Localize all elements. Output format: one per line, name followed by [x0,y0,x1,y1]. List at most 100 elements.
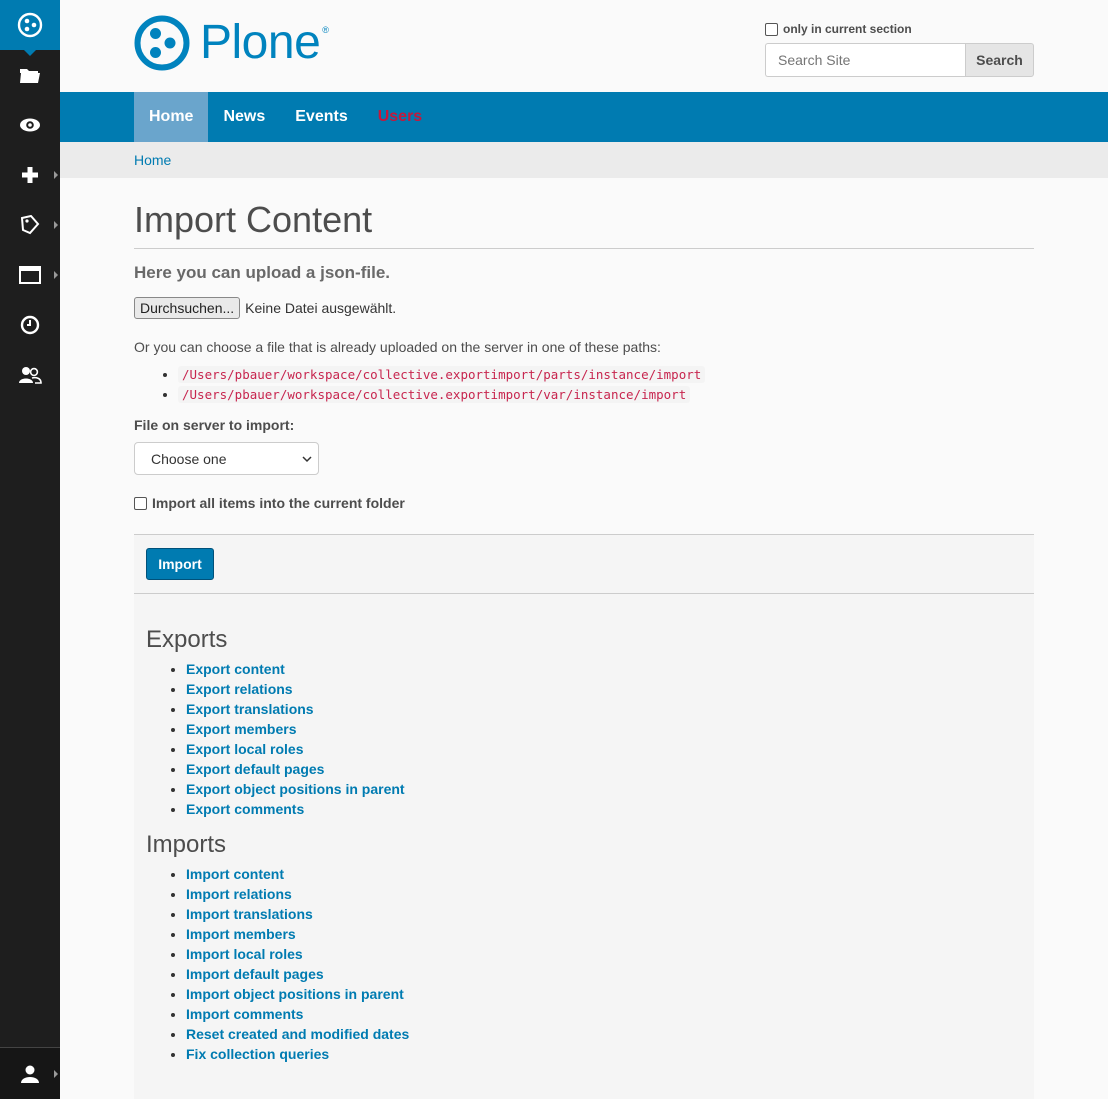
exports-heading: Exports [146,626,228,653]
import-translations-link[interactable]: Import translations [186,906,313,922]
list-item: Import comments [186,1004,1022,1024]
toolbar-history[interactable] [0,300,60,350]
reset-dates-link[interactable]: Reset created and modified dates [186,1026,409,1042]
site-header: Plone ® only in current section Search [60,0,1108,92]
plone-logo-icon [134,15,190,71]
tag-icon [20,215,40,235]
logo-text: Plone [200,16,321,69]
server-path: /Users/pbauer/workspace/collective.expor… [178,366,706,383]
list-item: Export local roles [186,739,1022,759]
only-current-section-option[interactable]: only in current section [765,22,1034,36]
export-content-link[interactable]: Export content [186,661,285,677]
import-local-roles-link[interactable]: Import local roles [186,946,303,962]
nav-item-home[interactable]: Home [134,92,209,142]
toolbar-view[interactable] [0,100,60,150]
list-item: Import default pages [186,964,1022,984]
plone-toolbar [0,0,60,1099]
import-button[interactable]: Import [146,548,214,580]
search-row: Search [765,43,1034,77]
server-path-list: /Users/pbauer/workspace/collective.expor… [178,365,1034,405]
eye-icon [20,118,40,132]
only-current-section-checkbox[interactable] [765,22,778,36]
list-item: Import relations [186,884,1022,904]
clock-icon [20,315,40,335]
nav-item-news[interactable]: News [208,92,280,142]
file-status-text: Keine Datei ausgewählt. [245,300,397,316]
export-local-roles-link[interactable]: Export local roles [186,741,303,757]
global-navigation: Home News Events Users [60,92,1108,142]
toolbar-sharing[interactable] [0,350,60,400]
export-comments-link[interactable]: Export comments [186,801,304,817]
toolbar-contents[interactable] [0,50,60,100]
form-actions: Import [134,534,1034,594]
nav-item-users[interactable]: Users [363,92,437,142]
browse-file-button[interactable]: Durchsuchen... [134,297,241,319]
submenu-caret-icon [54,271,58,279]
imports-heading: Imports [146,831,227,858]
list-item: /Users/pbauer/workspace/collective.expor… [178,385,1034,405]
list-item: Fix collection queries [186,1044,1022,1064]
export-default-pages-link[interactable]: Export default pages [186,761,324,777]
registered-mark: ® [322,25,329,35]
list-item: Reset created and modified dates [186,1024,1022,1044]
list-item: Import content [186,864,1022,884]
toolbar-user[interactable] [0,1047,60,1099]
upload-lead-text: Here you can upload a json-file. [134,263,390,282]
toolbar-add[interactable] [0,150,60,200]
window-icon [19,266,41,284]
submenu-caret-icon [54,221,58,229]
toolbar-state[interactable] [0,200,60,250]
toolbar-display[interactable] [0,250,60,300]
import-relations-link[interactable]: Import relations [186,886,292,902]
list-item: Export comments [186,799,1022,819]
export-import-links: Exports Export content Export relations … [134,594,1034,1099]
list-item: Export object positions in parent [186,779,1022,799]
import-into-folder-option[interactable]: Import all items into the current folder [134,495,1034,511]
nav-item-events[interactable]: Events [280,92,362,142]
submenu-caret-icon [54,1070,58,1078]
list-item: Export content [186,659,1022,679]
export-translations-link[interactable]: Export translations [186,701,314,717]
user-icon [21,1065,39,1083]
plone-toolbar-logo[interactable] [0,0,60,56]
export-relations-link[interactable]: Export relations [186,681,293,697]
site-logo[interactable]: Plone ® [134,15,329,71]
only-current-section-label: only in current section [783,22,912,36]
server-paths-intro: Or you can choose a file that is already… [134,339,661,355]
list-item: Import members [186,924,1022,944]
server-file-select[interactable]: Choose one [134,442,319,475]
import-comments-link[interactable]: Import comments [186,1006,303,1022]
list-item: Import local roles [186,944,1022,964]
select-value: Choose one [151,450,227,467]
export-members-link[interactable]: Export members [186,721,296,737]
imports-list: Import content Import relations Import t… [186,864,1022,1064]
import-object-positions-link[interactable]: Import object positions in parent [186,986,404,1002]
folder-icon [20,69,40,83]
page-title: Import Content [134,200,1034,249]
list-item: Import object positions in parent [186,984,1022,1004]
users-icon [19,367,42,384]
import-into-folder-checkbox[interactable] [134,496,147,510]
fix-collection-queries-link[interactable]: Fix collection queries [186,1046,329,1062]
main-content: Import Content Here you can upload a jso… [134,178,1034,1099]
import-members-link[interactable]: Import members [186,926,296,942]
plus-icon [22,167,38,183]
search-button[interactable]: Search [965,43,1034,77]
list-item: Export members [186,719,1022,739]
search-input[interactable] [765,43,965,77]
breadcrumb: Home [60,142,1108,178]
list-item: Export relations [186,679,1022,699]
search-box: only in current section Search [765,22,1034,77]
plone-logo-icon [17,12,43,38]
import-into-folder-label: Import all items into the current folder [152,495,405,511]
server-file-label: File on server to import: [134,417,295,433]
import-content-link[interactable]: Import content [186,866,284,882]
import-default-pages-link[interactable]: Import default pages [186,966,324,982]
list-item: Import translations [186,904,1022,924]
exports-list: Export content Export relations Export t… [186,659,1022,819]
breadcrumb-home-link[interactable]: Home [134,152,171,168]
list-item: Export translations [186,699,1022,719]
export-object-positions-link[interactable]: Export object positions in parent [186,781,405,797]
list-item: Export default pages [186,759,1022,779]
list-item: /Users/pbauer/workspace/collective.expor… [178,365,1034,385]
